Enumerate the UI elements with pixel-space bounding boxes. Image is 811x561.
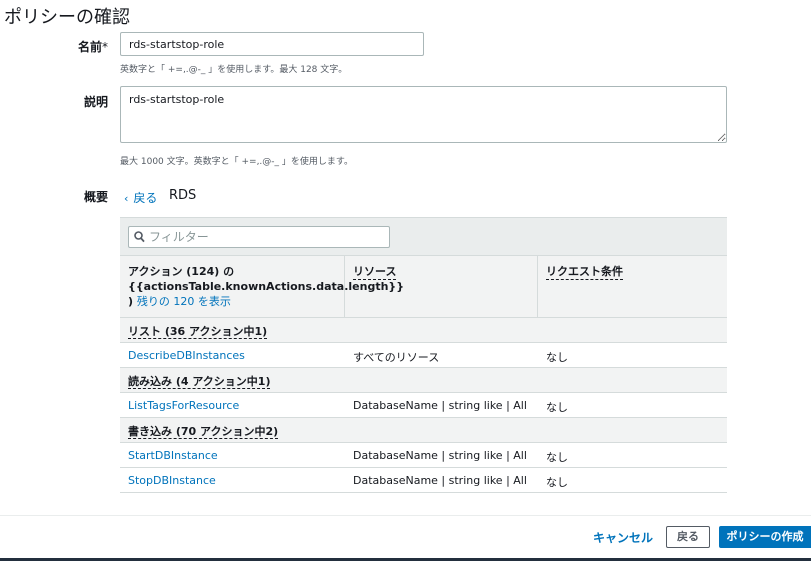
table-row: StopDBInstance DatabaseName | string lik… [120, 468, 727, 493]
name-label: 名前* [77, 40, 108, 54]
summary-label: 概要 [83, 190, 108, 204]
action-link[interactable]: StartDBInstance [120, 443, 345, 467]
footer-actions: キャンセル 戻る ポリシーの作成 [0, 515, 811, 561]
page-title: ポリシーの確認 [4, 7, 130, 28]
name-hint: 英数字と「 +=,.@-_ 」を使用します。最大 128 文字。 [120, 65, 348, 75]
table-row: ListTagsForResource DatabaseName | strin… [120, 393, 727, 418]
description-hint: 最大 1000 文字。英数字と「 +=,.@-_ 」を使用します。 [120, 157, 354, 167]
column-header-action: アクション (124) の {{actionsTable.knownAction… [120, 256, 404, 317]
resource-cell: DatabaseName | string like | All [353, 399, 527, 412]
table-row: DescribeDBInstances すべてのリソース なし [120, 343, 727, 368]
name-input[interactable] [120, 32, 424, 56]
column-header-resource: リソース [345, 256, 538, 317]
resource-cell: すべてのリソース [353, 351, 440, 364]
group-row-list: リスト (36 アクション中1) [120, 318, 727, 343]
condition-cell: なし [546, 451, 568, 464]
group-row-read: 読み込み (4 アクション中1) [120, 368, 727, 393]
action-link[interactable]: DescribeDBInstances [120, 343, 345, 367]
filter-bar: フィルター [120, 218, 727, 256]
condition-cell: なし [546, 476, 568, 489]
resource-cell: DatabaseName | string like | All [353, 474, 527, 487]
group-row-write: 書き込み (70 アクション中2) [120, 418, 727, 443]
action-link[interactable]: StopDBInstance [120, 468, 345, 492]
description-label: 説明 [83, 95, 108, 109]
condition-cell: なし [546, 351, 568, 364]
show-remaining-link[interactable]: 残りの 120 を表示 [137, 295, 231, 308]
description-textarea[interactable]: rds-startstop-role [120, 86, 727, 143]
filter-placeholder: フィルター [149, 230, 209, 244]
chevron-left-icon: ‹ [124, 192, 129, 205]
action-link[interactable]: ListTagsForResource [120, 393, 345, 417]
create-policy-button[interactable]: ポリシーの作成 [719, 526, 811, 548]
resource-cell: DatabaseName | string like | All [353, 449, 527, 462]
table-row: StartDBInstance DatabaseName | string li… [120, 443, 727, 468]
policy-summary-table: フィルター アクション (124) の {{actionsTable.known… [120, 217, 727, 493]
table-header-row: アクション (124) の {{actionsTable.knownAction… [120, 256, 727, 318]
service-name: RDS [169, 188, 197, 203]
search-icon [134, 231, 145, 243]
condition-cell: なし [546, 401, 568, 414]
filter-input[interactable]: フィルター [128, 226, 390, 248]
column-header-condition: リクエスト条件 [546, 265, 623, 280]
back-button[interactable]: 戻る [666, 526, 710, 548]
summary-back-link[interactable]: ‹ 戻る [124, 189, 157, 206]
cancel-button[interactable]: キャンセル [593, 529, 653, 546]
